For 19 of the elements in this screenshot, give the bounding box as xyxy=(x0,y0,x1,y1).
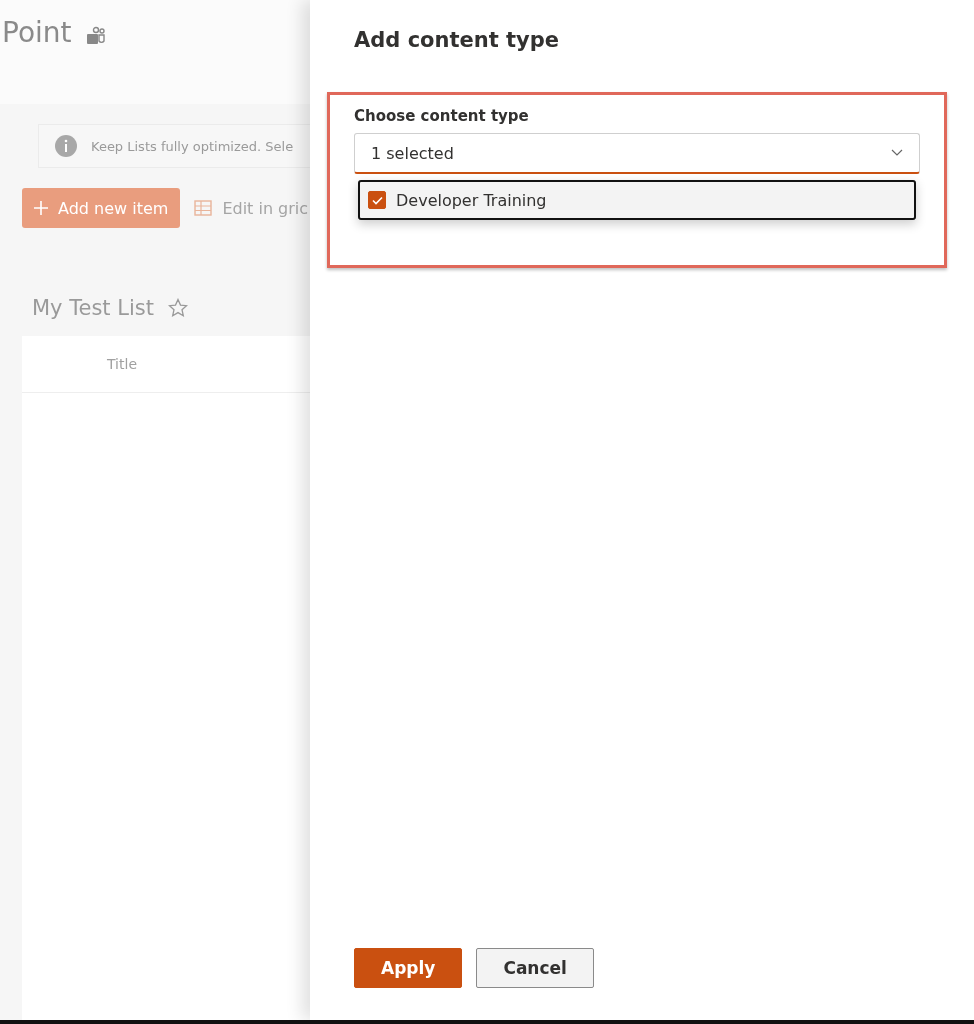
apply-button[interactable]: Apply xyxy=(354,948,463,988)
plus-icon xyxy=(34,201,48,215)
people-icon xyxy=(85,26,106,46)
checkbox[interactable] xyxy=(368,191,386,209)
content-type-dropdown[interactable]: 1 selected xyxy=(354,133,920,174)
dropdown-option[interactable]: Developer Training xyxy=(358,180,916,220)
cancel-button[interactable]: Cancel xyxy=(476,948,594,988)
info-icon xyxy=(55,135,77,157)
list-title: My Test List xyxy=(32,296,154,320)
column-header[interactable]: Title xyxy=(107,356,137,372)
panel-title: Add content type xyxy=(354,28,561,52)
field-label: Choose content type xyxy=(354,107,530,125)
edit-grid-button[interactable]: Edit in gric xyxy=(194,198,309,218)
checkmark-icon xyxy=(371,195,383,205)
star-icon[interactable] xyxy=(167,298,188,318)
site-title: Point xyxy=(2,16,72,49)
grid-icon xyxy=(194,200,213,216)
chevron-icon xyxy=(891,149,903,157)
notice-text: Keep Lists fully optimized. Sele xyxy=(91,138,294,154)
